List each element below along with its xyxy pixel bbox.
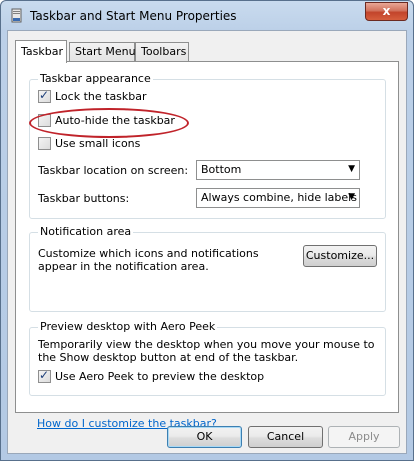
taskbar-buttons-dropdown[interactable]: Always combine, hide labels ▼ — [196, 188, 360, 208]
cancel-button[interactable]: Cancel — [248, 426, 323, 448]
location-label: Taskbar location on screen: — [38, 164, 189, 177]
properties-window: Taskbar and Start Menu Properties x Task… — [0, 0, 414, 461]
group-label: Notification area — [38, 225, 134, 238]
close-button[interactable]: x — [365, 2, 408, 21]
customize-button[interactable]: Customize... — [303, 245, 377, 267]
tab-toolbars[interactable]: Toolbars — [135, 42, 189, 62]
checkbox-label: Lock the taskbar — [55, 90, 147, 103]
notification-description: Customize which icons and notifications … — [38, 247, 259, 273]
group-label: Preview desktop with Aero Peek — [38, 320, 218, 333]
red-highlight-circle — [29, 108, 189, 138]
chevron-down-icon: ▼ — [348, 164, 355, 174]
tab-taskbar[interactable]: Taskbar — [15, 40, 67, 63]
aero-peek-checkbox[interactable]: ✓ Use Aero Peek to preview the desktop — [38, 368, 265, 383]
window-title: Taskbar and Start Menu Properties — [30, 9, 237, 23]
dropdown-value: Bottom — [201, 163, 242, 176]
location-dropdown[interactable]: Bottom ▼ — [196, 160, 360, 180]
checkbox-label: Use small icons — [55, 137, 141, 150]
dropdown-value: Always combine, hide labels — [201, 191, 357, 204]
close-icon: x — [382, 4, 391, 18]
title-bar[interactable]: Taskbar and Start Menu Properties x — [1, 1, 413, 31]
lock-taskbar-checkbox[interactable]: ✓ Lock the taskbar — [38, 88, 147, 103]
ok-button[interactable]: OK — [167, 426, 242, 448]
checkbox-label: Use Aero Peek to preview the desktop — [55, 370, 265, 383]
group-label: Taskbar appearance — [38, 72, 153, 85]
checkbox-box[interactable]: ✓ — [38, 368, 51, 383]
taskbar-app-icon — [11, 8, 22, 23]
dialog-client-area: Taskbar Start Menu Toolbars Taskbar appe… — [7, 30, 407, 454]
chevron-down-icon: ▼ — [348, 192, 355, 202]
apply-button[interactable]: Apply — [328, 426, 400, 448]
checkmark-icon: ✓ — [39, 368, 50, 382]
small-icons-checkbox[interactable]: Use small icons — [38, 137, 140, 150]
checkbox-box[interactable] — [38, 137, 51, 150]
checkmark-icon: ✓ — [39, 88, 50, 102]
tab-start-menu[interactable]: Start Menu — [69, 42, 136, 62]
checkbox-box[interactable]: ✓ — [38, 88, 51, 103]
buttons-label: Taskbar buttons: — [38, 192, 130, 205]
aero-peek-description: Temporarily view the desktop when you mo… — [38, 338, 375, 364]
